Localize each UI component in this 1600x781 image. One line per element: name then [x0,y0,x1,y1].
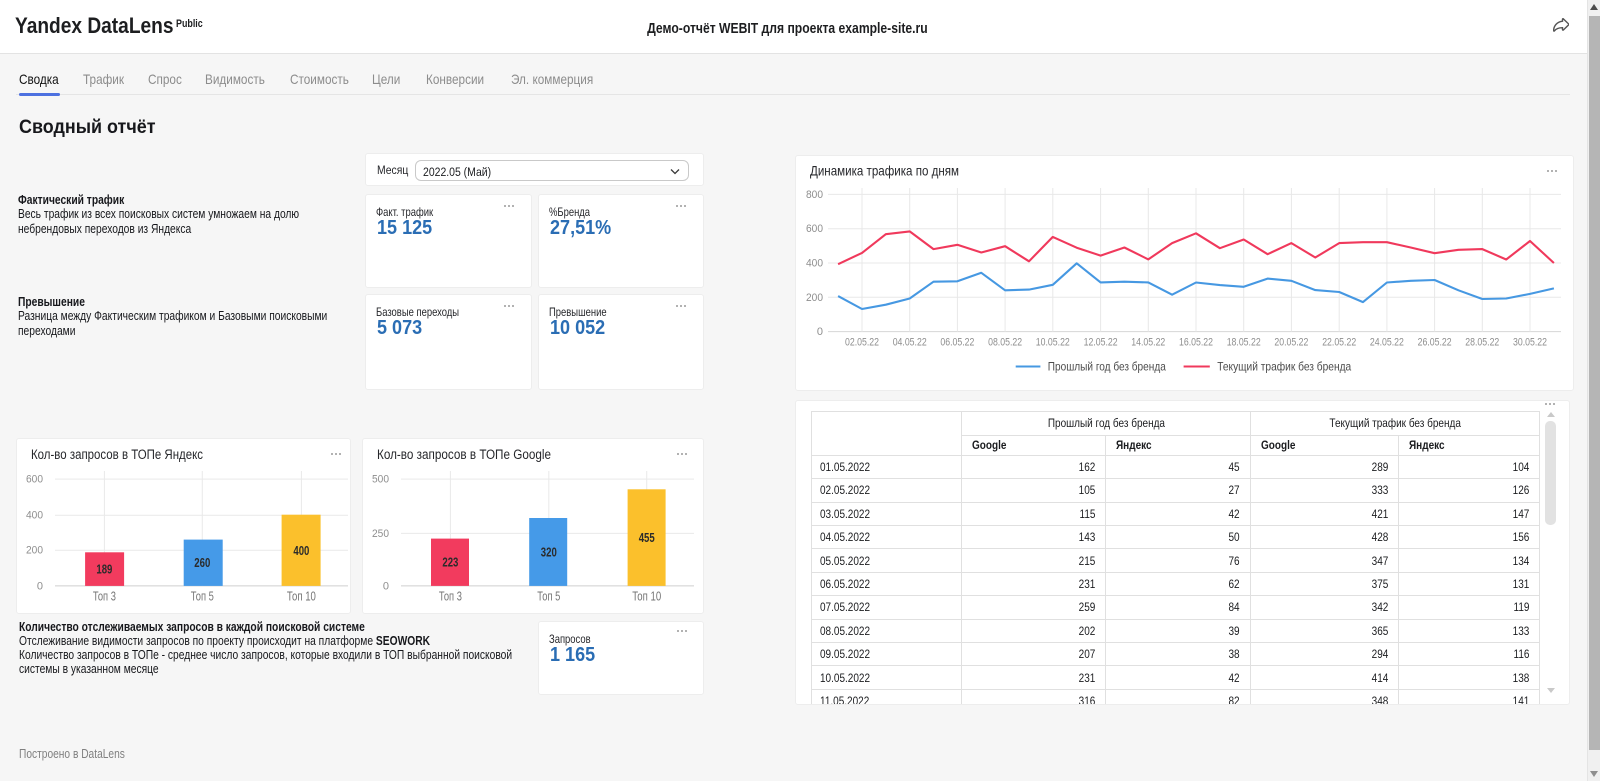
svg-text:223: 223 [442,556,458,570]
svg-text:Топ 10: Топ 10 [632,589,661,604]
svg-text:260: 260 [194,556,210,570]
svg-text:250: 250 [372,528,389,540]
svg-text:08.05.22: 08.05.22 [988,337,1022,349]
svg-text:0: 0 [383,580,389,592]
svg-text:0: 0 [817,326,823,338]
svg-text:400: 400 [293,544,309,558]
svg-text:04.05.22: 04.05.22 [893,337,927,349]
svg-text:06.05.22: 06.05.22 [940,337,974,349]
svg-text:800: 800 [806,189,823,201]
svg-text:200: 200 [806,292,823,304]
svg-text:600: 600 [806,223,823,235]
svg-text:02.05.22: 02.05.22 [845,337,879,349]
svg-text:24.05.22: 24.05.22 [1370,337,1404,349]
svg-text:18.05.22: 18.05.22 [1227,337,1261,349]
svg-text:500: 500 [372,474,389,486]
svg-text:189: 189 [96,563,112,577]
svg-text:200: 200 [26,545,43,557]
svg-text:Топ 3: Топ 3 [439,589,462,604]
svg-text:Прошлый год без бренда: Прошлый год без бренда [1048,360,1166,374]
svg-text:12.05.22: 12.05.22 [1084,337,1118,349]
svg-text:26.05.22: 26.05.22 [1418,337,1452,349]
svg-text:Кол-во запросов в ТОПе Google: Кол-во запросов в ТОПе Google [377,447,551,462]
svg-text:0: 0 [37,580,43,592]
svg-text:30.05.22: 30.05.22 [1513,337,1547,349]
svg-text:Кол-во запросов в ТОПе Яндекс: Кол-во запросов в ТОПе Яндекс [31,447,203,462]
svg-text:Топ 5: Топ 5 [537,589,560,604]
svg-text:Текущий трафик без бренда: Текущий трафик без бренда [1217,360,1351,374]
svg-text:16.05.22: 16.05.22 [1179,337,1213,349]
svg-text:400: 400 [26,510,43,522]
svg-text:22.05.22: 22.05.22 [1322,337,1356,349]
svg-text:20.05.22: 20.05.22 [1274,337,1308,349]
svg-text:320: 320 [541,545,557,559]
svg-text:14.05.22: 14.05.22 [1131,337,1165,349]
svg-text:Топ 5: Топ 5 [191,589,214,604]
svg-text:400: 400 [806,258,823,270]
svg-text:28.05.22: 28.05.22 [1465,337,1499,349]
svg-text:Топ 3: Топ 3 [93,589,116,604]
svg-text:10.05.22: 10.05.22 [1036,337,1070,349]
svg-text:Динамика трафика по дням: Динамика трафика по дням [810,163,959,179]
svg-text:600: 600 [26,474,43,486]
svg-text:Топ 10: Топ 10 [287,589,316,604]
svg-text:455: 455 [639,531,655,545]
